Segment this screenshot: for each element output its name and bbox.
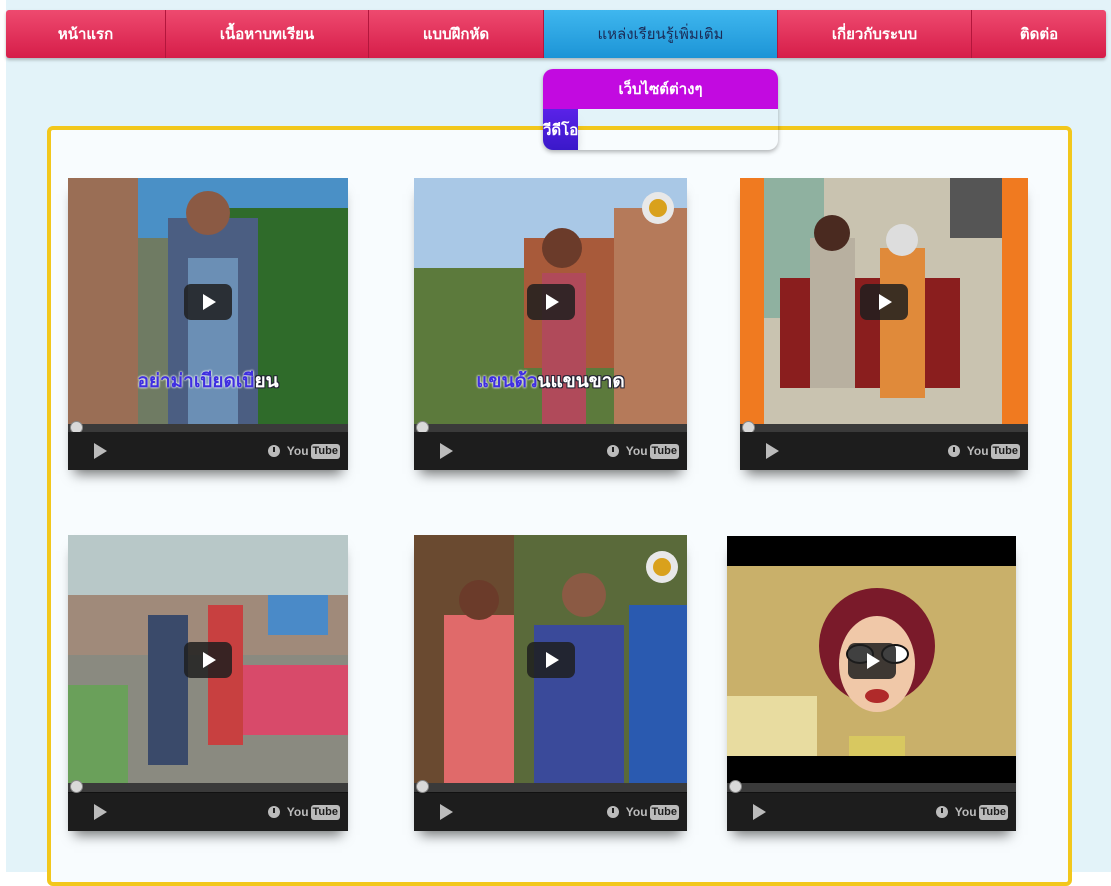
main-nav: หน้าแรก เนื้อหาบทเรียน แบบฝึกหัด แหล่งเร… (6, 10, 1106, 58)
watch-later-icon[interactable] (607, 806, 619, 818)
player-controls: You Tube (727, 793, 1016, 831)
youtube-logo[interactable]: You Tube (626, 443, 679, 459)
youtube-logo[interactable]: You Tube (626, 804, 679, 820)
watch-later-icon[interactable] (936, 806, 948, 818)
play-icon[interactable] (526, 284, 575, 320)
control-play-icon[interactable] (94, 443, 107, 459)
video-thumbnail: แขนด้วนแขนขาด (414, 178, 687, 426)
player-controls: You Tube (414, 793, 687, 831)
video-thumbnail (727, 536, 1016, 785)
play-icon[interactable] (184, 642, 232, 678)
control-play-icon[interactable] (440, 443, 453, 459)
youtube-logo[interactable]: You Tube (287, 804, 340, 820)
watch-later-icon[interactable] (268, 806, 280, 818)
scrub-handle[interactable] (70, 780, 83, 793)
play-icon[interactable] (847, 642, 896, 679)
play-icon[interactable] (860, 284, 908, 320)
watch-later-icon[interactable] (607, 445, 619, 457)
progress-bar[interactable] (414, 780, 687, 793)
youtube-logo[interactable]: You Tube (287, 443, 340, 459)
video-card[interactable]: You Tube (414, 535, 687, 831)
video-thumbnail (740, 178, 1028, 426)
video-card[interactable]: You Tube (740, 178, 1028, 470)
watch-later-icon[interactable] (948, 445, 960, 457)
video-thumbnail (414, 535, 687, 785)
video-thumbnail (68, 535, 348, 785)
control-play-icon[interactable] (440, 804, 453, 820)
nav-contact[interactable]: ติดต่อ (972, 10, 1106, 58)
progress-bar[interactable] (68, 780, 348, 793)
scrub-handle[interactable] (416, 780, 429, 793)
video-caption: อย่าม่าเบียดเบียน (137, 371, 279, 392)
scrub-handle[interactable] (729, 780, 742, 793)
play-icon[interactable] (184, 284, 232, 320)
player-controls: You Tube (740, 432, 1028, 470)
player-controls: You Tube (414, 432, 687, 470)
youtube-logo[interactable]: You Tube (955, 804, 1008, 820)
video-card[interactable]: You Tube (68, 535, 348, 831)
dropdown-websites[interactable]: เว็บไซต์ต่างๆ (543, 69, 778, 109)
youtube-logo[interactable]: You Tube (967, 443, 1020, 459)
play-icon[interactable] (526, 642, 575, 678)
watch-later-icon[interactable] (268, 445, 280, 457)
nav-home[interactable]: หน้าแรก (6, 10, 166, 58)
control-play-icon[interactable] (766, 443, 779, 459)
player-controls: You Tube (68, 793, 348, 831)
player-controls: You Tube (68, 432, 348, 470)
dropdown-videos[interactable]: วีดีโอ (543, 109, 579, 150)
control-play-icon[interactable] (753, 804, 766, 820)
nav-about[interactable]: เกี่ยวกับระบบ (778, 10, 972, 58)
resources-dropdown: เว็บไซต์ต่างๆ วีดีโอ (543, 69, 778, 150)
nav-exercises[interactable]: แบบฝึกหัด (369, 10, 544, 58)
nav-lessons[interactable]: เนื้อหาบทเรียน (166, 10, 369, 58)
control-play-icon[interactable] (94, 804, 107, 820)
video-card[interactable]: อย่าม่าเบียดเบียน You Tube (68, 178, 348, 470)
video-card[interactable]: แขนด้วนแขนขาด You Tube (414, 178, 687, 470)
video-card[interactable]: You Tube (727, 536, 1016, 831)
nav-resources[interactable]: แหล่งเรียนรู้เพิ่มเติม (544, 10, 778, 58)
progress-bar[interactable] (727, 780, 1016, 793)
video-caption: แขนด้วนแขนขาด (476, 371, 625, 392)
video-thumbnail: อย่าม่าเบียดเบียน (68, 178, 348, 426)
